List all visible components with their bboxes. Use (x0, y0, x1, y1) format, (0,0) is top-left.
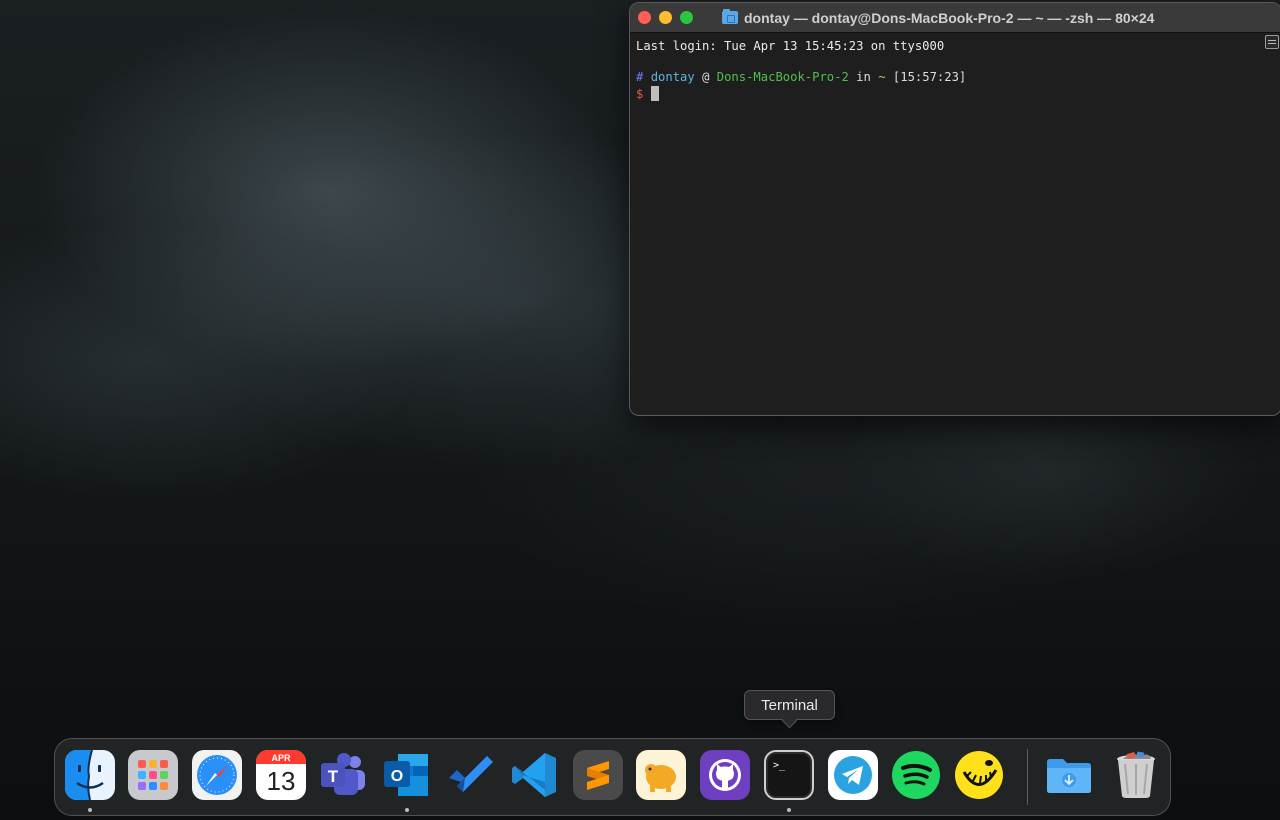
trash-icon[interactable] (1111, 750, 1161, 800)
finder-icon[interactable] (65, 750, 115, 800)
prompt-dollar: $ (636, 86, 644, 101)
sublime-icon[interactable] (573, 750, 623, 800)
svg-text:T: T (328, 767, 339, 786)
calendar-day: 13 (267, 766, 296, 796)
telegram-icon[interactable] (828, 750, 878, 800)
todo-icon[interactable] (445, 750, 495, 800)
outlook-running-dot (405, 808, 409, 812)
terminal-window[interactable]: dontay — dontay@Dons-MacBook-Pro-2 — ~ —… (629, 2, 1280, 416)
prompt-host: Dons-MacBook-Pro-2 (716, 70, 849, 84)
scroll-menu-icon[interactable] (1265, 35, 1279, 49)
safari-icon[interactable] (192, 750, 242, 800)
prompt-user: dontay (650, 70, 695, 84)
terminal-running-dot (787, 808, 791, 812)
teams-icon[interactable]: T (318, 750, 368, 800)
github-icon[interactable] (700, 750, 750, 800)
calendar-icon[interactable]: APR 13 (256, 750, 306, 800)
downloads-folder-icon[interactable] (1044, 750, 1094, 800)
home-folder-icon (722, 9, 738, 24)
outlook-icon[interactable]: O (382, 750, 432, 800)
svg-text:O: O (391, 768, 403, 785)
terminal-titlebar[interactable]: dontay — dontay@Dons-MacBook-Pro-2 — ~ —… (630, 3, 1280, 33)
prompt-in: in (856, 70, 871, 84)
prompt-at: @ (702, 70, 710, 84)
window-title: dontay — dontay@Dons-MacBook-Pro-2 — ~ —… (722, 3, 1154, 32)
spotify-icon[interactable] (891, 750, 941, 800)
prompt-time: [15:57:23] (892, 70, 967, 84)
text-cursor[interactable] (650, 85, 659, 101)
minimize-window-button[interactable] (659, 11, 672, 24)
maximize-window-button[interactable] (680, 11, 693, 24)
terminal-output[interactable]: Last login: Tue Apr 13 15:45:23 on ttys0… (630, 33, 1280, 108)
postman-icon[interactable] (954, 750, 1004, 800)
finder-running-dot (88, 808, 92, 812)
dock-divider (1027, 749, 1028, 805)
dock: APR 13 T O >_ (54, 738, 1171, 816)
svg-text:>_: >_ (773, 760, 786, 771)
vscode-icon[interactable] (509, 750, 559, 800)
tableplus-icon[interactable] (636, 750, 686, 800)
launchpad-icon[interactable] (128, 750, 178, 800)
dock-tooltip: Terminal (744, 690, 835, 720)
prompt-dir: ~ (878, 70, 886, 84)
close-window-button[interactable] (638, 11, 651, 24)
window-title-text: dontay — dontay@Dons-MacBook-Pro-2 — ~ —… (744, 9, 1155, 26)
traffic-lights (638, 11, 693, 24)
last-login-line: Last login: Tue Apr 13 15:45:23 on ttys0… (636, 39, 945, 53)
calendar-month: APR (271, 753, 291, 763)
terminal-icon[interactable]: >_ (764, 750, 814, 800)
prompt-hash: # (636, 70, 644, 84)
